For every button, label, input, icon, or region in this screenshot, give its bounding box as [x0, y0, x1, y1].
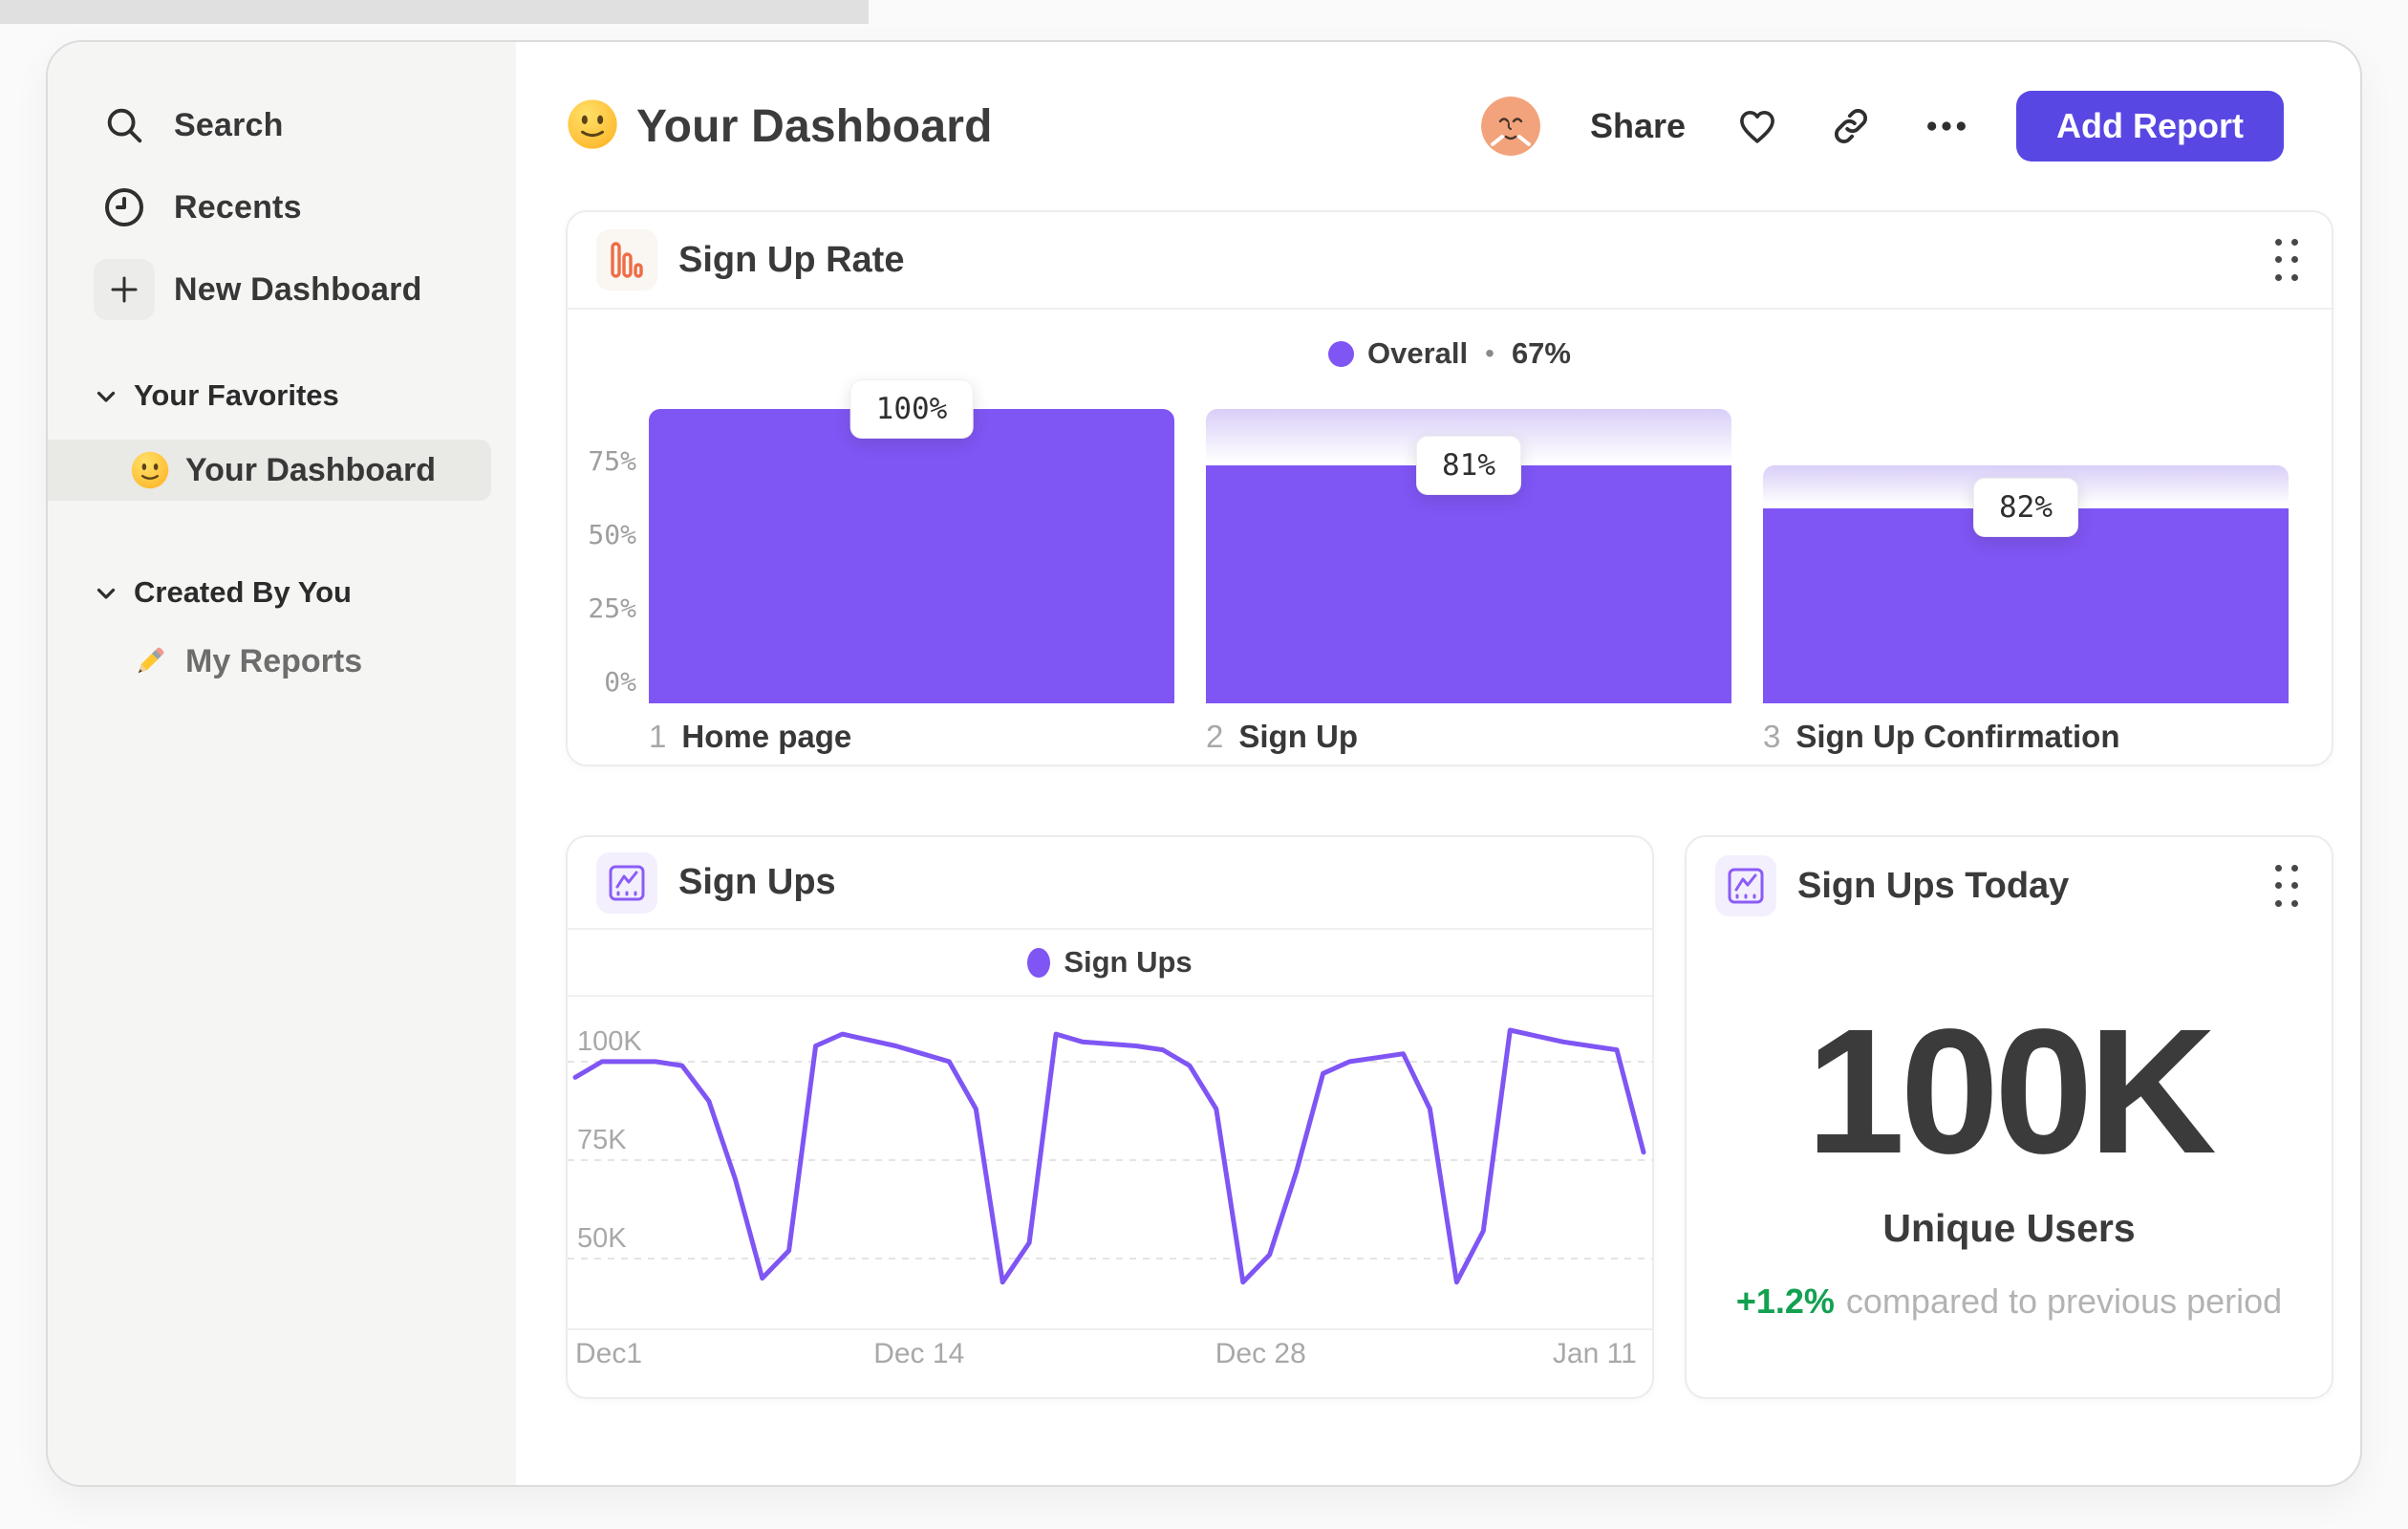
line-chart-icon	[596, 851, 657, 914]
line-x-tick: Dec 28	[1215, 1338, 1306, 1369]
funnel-step-label: 3 Sign Up Confirmation	[1763, 719, 2289, 755]
clock-icon	[94, 177, 155, 238]
card-header: Sign Ups	[568, 837, 1652, 930]
funnel-bar-2[interactable]: 81%	[1206, 409, 1731, 703]
sidebar-item-my-reports[interactable]: My Reports	[48, 631, 491, 692]
plus-icon	[94, 259, 155, 320]
legend-separator: •	[1485, 338, 1494, 368]
funnel-bar-1[interactable]: 100%	[649, 379, 1174, 703]
funnel-y-tick: 0%	[604, 666, 636, 698]
smiley-emoji	[130, 450, 170, 490]
sidebar-item-label: New Dashboard	[174, 270, 422, 308]
card-sign-ups: Sign Ups Sign Ups 100K 75K 50K Dec1 Dec 14 D…	[566, 835, 1654, 1399]
funnel-bar-fill	[1206, 464, 1731, 703]
sidebar-item-new-dashboard[interactable]: New Dashboard	[48, 248, 516, 331]
funnel-step-labels: 1 Home page 2 Sign Up 3 Sign Up Confirmation	[649, 719, 2289, 755]
card-header: Sign Ups Today	[1687, 837, 2332, 935]
copy-link-icon[interactable]	[1829, 104, 1873, 148]
app-window: Search Recents New Dashboard Your Favori…	[46, 40, 2362, 1487]
more-options-icon[interactable]	[1923, 104, 1967, 148]
smiley-emoji	[566, 97, 619, 156]
chevron-down-icon	[92, 578, 120, 607]
search-icon	[94, 95, 155, 156]
funnel-y-tick: 25%	[588, 592, 636, 624]
funnel-y-axis: 75% 50% 25% 0%	[568, 409, 636, 703]
line-y-tick: 100K	[577, 1025, 642, 1057]
funnel-value-label: 100%	[849, 379, 974, 439]
line-chart-icon	[1715, 855, 1776, 916]
legend-label: Overall	[1367, 336, 1469, 370]
metric-body: 100K Unique Users +1.2% compared to previ…	[1687, 935, 2332, 1322]
section-title: Created By You	[134, 575, 352, 609]
line-y-tick: 75K	[577, 1124, 627, 1155]
legend-dot	[1027, 947, 1051, 978]
chevron-down-icon	[92, 381, 120, 410]
metric-delta: +1.2% compared to previous period	[1736, 1281, 2282, 1322]
funnel-legend: Overall • 67%	[568, 333, 2332, 375]
funnel-chart-icon	[596, 229, 657, 291]
card-sign-ups-today: Sign Ups Today 100K Unique Users +1.2% co…	[1685, 835, 2333, 1399]
metric-value: 100K	[1806, 993, 2217, 1191]
share-button[interactable]: Share	[1590, 106, 1686, 146]
drag-handle-icon[interactable]	[2270, 859, 2303, 913]
legend-dot	[1328, 340, 1354, 367]
funnel-bar-fill	[649, 409, 1174, 703]
line-legend: Sign Ups	[568, 930, 1652, 997]
step-number: 2	[1206, 719, 1224, 754]
favorite-heart-icon[interactable]	[1735, 104, 1779, 148]
avatar[interactable]	[1480, 97, 1540, 156]
step-name: Home page	[681, 719, 852, 754]
sidebar-item-recents[interactable]: Recents	[48, 166, 516, 248]
metric-delta-text: compared to previous period	[1845, 1281, 2283, 1321]
line-x-tick: Jan 11	[1552, 1338, 1637, 1369]
sidebar: Search Recents New Dashboard Your Favori…	[48, 42, 516, 1485]
section-title: Your Favorites	[134, 378, 339, 412]
card-sign-up-rate: Sign Up Rate Overall • 67% 75% 50% 25% 0% 1…	[566, 210, 2333, 766]
sidebar-item-search[interactable]: Search	[48, 84, 516, 166]
dashboard-header: Your Dashboard Share Add Report	[566, 90, 2284, 162]
card-title: Sign Up Rate	[678, 239, 905, 280]
main-content: Your Dashboard Share Add Report Sign Up …	[516, 42, 2360, 1485]
metric-label: Unique Users	[1882, 1206, 2136, 1250]
funnel-value-label: 81%	[1416, 435, 1521, 495]
line-x-tick: Dec1	[575, 1338, 643, 1369]
pencil-emoji	[130, 641, 170, 681]
sidebar-item-your-dashboard[interactable]: Your Dashboard	[48, 440, 491, 501]
funnel-step-label: 2 Sign Up	[1206, 719, 1731, 755]
funnel-y-tick: 75%	[588, 445, 636, 477]
sidebar-item-label: Search	[174, 106, 284, 143]
card-header: Sign Up Rate	[568, 212, 2332, 310]
line-x-axis: Dec1 Dec 14 Dec 28 Jan 11	[568, 1338, 1652, 1386]
line-plot: 100K 75K 50K	[568, 999, 1652, 1330]
metric-delta-value: +1.2%	[1735, 1281, 1835, 1321]
sidebar-item-label: Recents	[174, 188, 302, 226]
card-title: Sign Ups	[678, 862, 836, 902]
sign-ups-line	[568, 1027, 1652, 1285]
step-number: 3	[1763, 719, 1781, 754]
line-y-tick: 50K	[577, 1222, 627, 1254]
funnel-step-label: 1 Home page	[649, 719, 1174, 755]
funnel-y-tick: 50%	[588, 519, 636, 550]
sidebar-item-label: My Reports	[185, 642, 363, 679]
funnel-bar-3[interactable]: 82%	[1763, 409, 2289, 703]
window-artifact-strip	[0, 0, 869, 24]
legend-value: 67%	[1511, 336, 1571, 370]
sidebar-item-label: Your Dashboard	[185, 451, 436, 488]
funnel-bars: 100% 81% 82%	[649, 379, 2289, 703]
page-title: Your Dashboard	[636, 100, 993, 152]
add-report-button[interactable]: Add Report	[2016, 91, 2284, 162]
step-name: Sign Up Confirmation	[1795, 719, 2120, 754]
legend-label: Sign Ups	[1064, 945, 1193, 979]
line-x-tick: Dec 14	[873, 1338, 965, 1369]
card-title: Sign Ups Today	[1797, 865, 2070, 906]
funnel-value-label: 82%	[1973, 478, 2078, 538]
drag-handle-icon[interactable]	[2270, 233, 2303, 287]
section-created-by-you[interactable]: Created By You	[48, 571, 516, 614]
step-name: Sign Up	[1238, 719, 1359, 754]
step-number: 1	[649, 719, 667, 754]
section-your-favorites[interactable]: Your Favorites	[48, 375, 516, 417]
